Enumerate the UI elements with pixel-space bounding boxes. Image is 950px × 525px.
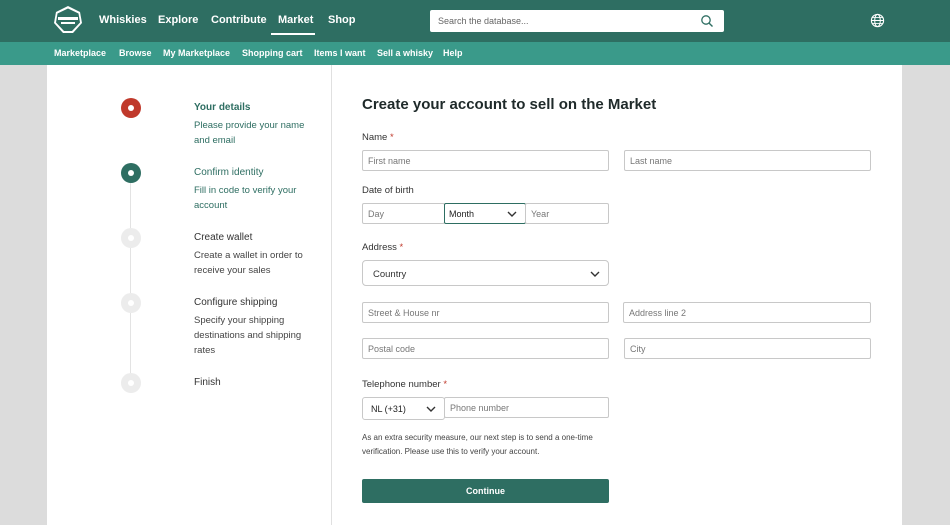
street-field[interactable] xyxy=(362,302,609,323)
country-select-value: Country xyxy=(373,269,407,280)
page-title: Create your account to sell on the Marke… xyxy=(362,96,657,113)
city-input[interactable] xyxy=(625,339,870,359)
search-icon[interactable] xyxy=(700,14,714,28)
year-field[interactable] xyxy=(525,203,609,224)
step-indicator-current xyxy=(121,163,141,183)
address-line2-field[interactable] xyxy=(623,302,871,323)
address-line2-input[interactable] xyxy=(624,303,870,323)
step-desc-configure-shipping: Specify your shipping destinations and s… xyxy=(194,315,302,356)
first-name-field[interactable] xyxy=(362,150,609,171)
subnav-help[interactable]: Help xyxy=(443,48,463,58)
chevron-down-icon xyxy=(426,406,436,412)
nav-contribute[interactable]: Contribute xyxy=(211,14,267,26)
chevron-down-icon xyxy=(507,211,517,217)
top-navigation-bar: Whiskies Explore Contribute Market Shop xyxy=(0,0,950,42)
whiskybase-logo-icon[interactable] xyxy=(53,5,83,35)
step-connector xyxy=(130,183,131,233)
street-input[interactable] xyxy=(363,303,608,323)
subnav-items-i-want[interactable]: Items I want xyxy=(314,48,366,58)
postal-code-field[interactable] xyxy=(362,338,609,359)
globe-icon[interactable] xyxy=(870,13,885,28)
country-select[interactable]: Country xyxy=(362,260,609,286)
step-title-configure-shipping: Configure shipping xyxy=(194,297,278,308)
step-desc-create-wallet: Create a wallet in order to receive your… xyxy=(194,250,303,276)
city-field[interactable] xyxy=(624,338,871,359)
nav-shop[interactable]: Shop xyxy=(328,14,356,26)
address-label: Address * xyxy=(362,242,404,253)
step-desc-your-details: Please provide your name and email xyxy=(194,120,305,146)
nav-market[interactable]: Market xyxy=(278,14,313,26)
phone-code-value: NL (+31) xyxy=(371,404,406,414)
step-title-your-details: Your details xyxy=(194,102,251,113)
dob-label: Date of birth xyxy=(362,185,414,196)
phone-number-input[interactable] xyxy=(445,398,608,418)
postal-code-input[interactable] xyxy=(363,339,608,359)
subnav-my-marketplace[interactable]: My Marketplace xyxy=(163,48,230,58)
continue-button[interactable]: Continue xyxy=(362,479,609,503)
first-name-input[interactable] xyxy=(363,151,608,171)
last-name-field[interactable] xyxy=(624,150,871,171)
step-title-finish: Finish xyxy=(194,377,221,388)
search-box[interactable] xyxy=(430,10,724,32)
step-connector xyxy=(130,248,131,298)
phone-label: Telephone number * xyxy=(362,379,448,390)
phone-country-code-select[interactable]: NL (+31) xyxy=(362,397,445,420)
nav-active-indicator xyxy=(271,33,315,35)
last-name-input[interactable] xyxy=(625,151,870,171)
year-input[interactable] xyxy=(526,204,608,224)
market-subnav: Marketplace Browse My Marketplace Shoppi… xyxy=(0,42,950,65)
verification-note: As an extra security measure, our next s… xyxy=(362,433,593,456)
column-divider xyxy=(331,65,332,525)
step-indicator-pending xyxy=(121,293,141,313)
subnav-sell-a-whisky[interactable]: Sell a whisky xyxy=(377,48,433,58)
step-indicator-pending xyxy=(121,373,141,393)
step-indicator-active xyxy=(121,98,141,118)
step-desc-confirm-identity: Fill in code to verify your account xyxy=(194,185,297,211)
subnav-marketplace[interactable]: Marketplace xyxy=(54,48,106,58)
day-field[interactable] xyxy=(362,203,445,224)
subnav-shopping-cart[interactable]: Shopping cart xyxy=(242,48,303,58)
phone-number-field[interactable] xyxy=(444,397,609,418)
subnav-browse[interactable]: Browse xyxy=(119,48,152,58)
chevron-down-icon xyxy=(590,271,600,277)
step-indicator-pending xyxy=(121,228,141,248)
step-title-confirm-identity: Confirm identity xyxy=(194,167,264,178)
search-input[interactable] xyxy=(438,13,688,29)
name-label: Name * xyxy=(362,132,394,143)
step-connector xyxy=(130,313,131,375)
nav-explore[interactable]: Explore xyxy=(158,14,198,26)
step-title-create-wallet: Create wallet xyxy=(194,232,253,243)
month-select-value: Month xyxy=(449,209,475,219)
month-select[interactable]: Month xyxy=(444,203,526,224)
nav-whiskies[interactable]: Whiskies xyxy=(99,14,147,26)
day-input[interactable] xyxy=(363,204,444,224)
